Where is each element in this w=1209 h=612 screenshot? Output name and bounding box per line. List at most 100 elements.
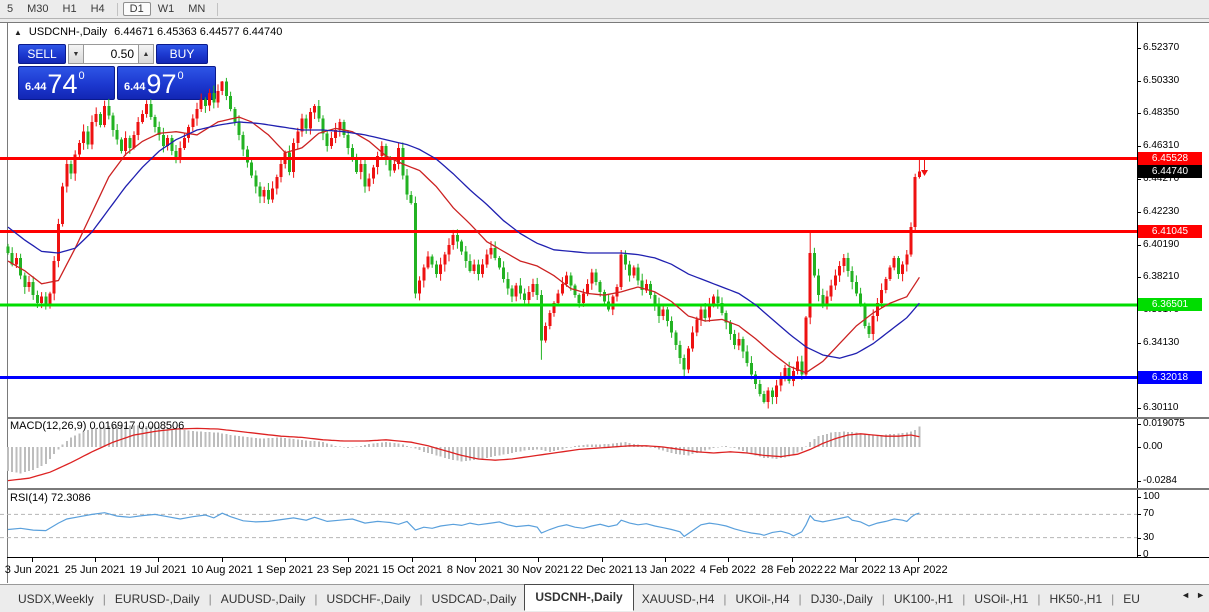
- price-tick: [1137, 212, 1141, 213]
- date-tick: [665, 558, 666, 562]
- tab-usdchf-daily[interactable]: USDCHF-,Daily: [319, 588, 419, 610]
- date-label: 30 Nov 2021: [506, 564, 570, 576]
- date-tick: [538, 558, 539, 562]
- date-tick: [222, 558, 223, 562]
- tab-ukoil-h4[interactable]: UKOil-,H4: [728, 588, 798, 610]
- rsi-tick-label: 70: [1143, 508, 1155, 519]
- price-tick-label: 6.38210: [1143, 271, 1180, 282]
- price-tick: [1137, 146, 1141, 147]
- date-tick: [95, 558, 96, 562]
- tab-eu[interactable]: EU: [1115, 588, 1148, 610]
- tab-eurusd-daily[interactable]: EURUSD-,Daily: [107, 588, 208, 610]
- timeframe-button-5[interactable]: 5: [0, 2, 20, 16]
- price-tick: [1137, 81, 1141, 82]
- tab-xauusd-h4[interactable]: XAUUSD-,H4: [634, 588, 723, 610]
- date-tick: [918, 558, 919, 562]
- price-tick-label: 6.42230: [1143, 206, 1180, 217]
- date-label: 1 Sep 2021: [256, 564, 314, 576]
- rsi-tick: [1137, 514, 1141, 515]
- date-tick: [158, 558, 159, 562]
- price-tick: [1137, 245, 1141, 246]
- macd-tick: [1137, 447, 1141, 448]
- timeframe-button-w1[interactable]: W1: [151, 2, 182, 16]
- price-tick-label: 6.46310: [1143, 140, 1180, 151]
- candlestick-chart[interactable]: [0, 42, 1137, 417]
- date-label: 19 Jul 2021: [129, 564, 187, 576]
- timeframe-button-mn[interactable]: MN: [181, 2, 212, 16]
- chart-window-top-border: [0, 22, 1209, 23]
- date-label: 13 Apr 2022: [888, 564, 948, 576]
- rsi-tick: [1137, 538, 1141, 539]
- level-price-label: 6.45528: [1138, 152, 1202, 165]
- date-label: 22 Dec 2021: [570, 564, 634, 576]
- rsi-indicator-panel[interactable]: [0, 490, 1137, 558]
- date-label: 28 Feb 2022: [761, 564, 823, 576]
- date-tick: [475, 558, 476, 562]
- price-tick-label: 6.48350: [1143, 107, 1180, 118]
- tab-usoil-h1[interactable]: USOil-,H1: [966, 588, 1036, 610]
- date-label: 4 Feb 2022: [700, 564, 756, 576]
- rsi-tick-label: 0: [1143, 549, 1149, 560]
- rsi-tick-label: 30: [1143, 532, 1155, 543]
- level-price-label: 6.32018: [1138, 371, 1202, 384]
- date-tick: [285, 558, 286, 562]
- macd-label: MACD(12,26,9) 0.016917 0.008506: [10, 420, 185, 432]
- timeframe-toolbar: 5 M30 H1 H4 D1 W1 MN: [0, 0, 1209, 19]
- rsi-label: RSI(14) 72.3086: [10, 492, 91, 504]
- tab-usdcad-daily[interactable]: USDCAD-,Daily: [424, 588, 525, 610]
- date-tick: [348, 558, 349, 562]
- level-price-label: 6.41045: [1138, 225, 1202, 238]
- price-tick-label: 6.52370: [1143, 42, 1180, 53]
- timeframe-button-h4[interactable]: H4: [84, 2, 112, 16]
- macd-tick: [1137, 424, 1141, 425]
- price-tick: [1137, 179, 1141, 180]
- tab-usdcnh-daily[interactable]: USDCNH-,Daily: [524, 584, 634, 611]
- chart-titlebar: ▲ USDCNH-,Daily 6.44671 6.45363 6.44577 …: [14, 25, 282, 39]
- tab-hk50-h1[interactable]: HK50-,H1: [1041, 588, 1110, 610]
- tab-dj30-daily[interactable]: DJ30-,Daily: [803, 588, 881, 610]
- tab-audusd-daily[interactable]: AUDUSD-,Daily: [213, 588, 314, 610]
- price-tick: [1137, 48, 1141, 49]
- date-label: 25 Jun 2021: [64, 564, 126, 576]
- toolbar-separator: [116, 2, 118, 16]
- tab-uk100-h1[interactable]: UK100-,H1: [886, 588, 961, 610]
- date-label: 10 Aug 2021: [191, 564, 253, 576]
- price-tick-label: 6.34130: [1143, 337, 1180, 348]
- tab-usdx-weekly[interactable]: USDX,Weekly: [10, 588, 102, 610]
- macd-tick-label: 0.019075: [1143, 418, 1185, 429]
- date-label: 23 Sep 2021: [316, 564, 380, 576]
- price-tick-label: 6.50330: [1143, 75, 1180, 86]
- date-tick: [792, 558, 793, 562]
- price-tick-label: 6.40190: [1143, 239, 1180, 250]
- current-price-label: 6.44740: [1138, 165, 1202, 178]
- date-label: 15 Oct 2021: [382, 564, 442, 576]
- price-tick: [1137, 408, 1141, 409]
- price-tick: [1137, 277, 1141, 278]
- rsi-tick: [1137, 555, 1141, 556]
- tab-scroll-right-icon[interactable]: ►: [1196, 590, 1205, 600]
- macd-panel-separator[interactable]: [7, 417, 1209, 419]
- collapse-panel-icon[interactable]: ▲: [14, 28, 22, 37]
- timeframe-button-d1[interactable]: D1: [122, 2, 151, 16]
- rsi-tick: [1137, 497, 1141, 498]
- timeframe-button-h1[interactable]: H1: [56, 2, 84, 16]
- chart-ohlc-quote: 6.44671 6.45363 6.44577 6.44740: [114, 26, 283, 38]
- date-tick: [855, 558, 856, 562]
- macd-tick: [1137, 481, 1141, 482]
- level-price-label: 6.36501: [1138, 298, 1202, 311]
- rsi-tick-label: 100: [1143, 491, 1160, 502]
- timeframe-button-m30[interactable]: M30: [20, 2, 55, 16]
- mt4-window: 5 M30 H1 H4 D1 W1 MN ▲ USDCNH-,Daily 6.44671 6…: [0, 0, 1209, 612]
- date-label: 8 Nov 2021: [446, 564, 504, 576]
- macd-tick-label: 0.00: [1143, 441, 1163, 452]
- price-tick: [1137, 113, 1141, 114]
- tab-scroll-left-icon[interactable]: ◄: [1181, 590, 1190, 600]
- date-label: 3 Jun 2021: [4, 564, 60, 576]
- price-axis-line: [1137, 22, 1138, 558]
- date-tick: [602, 558, 603, 562]
- toolbar-separator: [217, 2, 219, 16]
- macd-tick-label: -0.0284: [1143, 475, 1177, 486]
- date-tick: [32, 558, 33, 562]
- chart-symbol-title: USDCNH-,Daily: [28, 26, 108, 38]
- date-label: 13 Jan 2022: [634, 564, 696, 576]
